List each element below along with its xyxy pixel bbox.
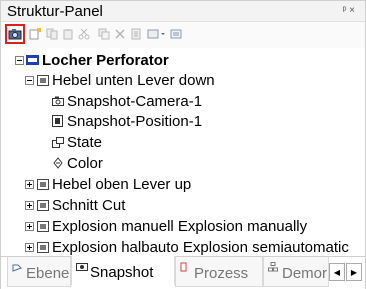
tree-item-label: Snapshot-Camera-1: [67, 92, 203, 110]
tree-root-row[interactable]: Locher Perforator: [15, 49, 169, 71]
tree-item-schnitt[interactable]: Schnitt Cut: [25, 194, 125, 216]
camera-snapshot-button[interactable]: [5, 24, 25, 44]
tab-scroll-right-button[interactable]: ▶: [346, 263, 362, 281]
panel-title: Struktur-Panel: [7, 3, 103, 20]
new-item-button[interactable]: [28, 27, 42, 41]
tab-prozess[interactable]: Prozess: [175, 257, 263, 287]
chevron-right-icon: ▶: [350, 267, 358, 277]
view-options-icon: [147, 29, 165, 39]
tab-label: Snapshot: [90, 264, 154, 281]
paste-button[interactable]: [61, 27, 75, 41]
snapshot-icon: [76, 258, 88, 275]
tree-root-label: Locher Perforator: [42, 51, 169, 69]
chevron-left-icon: ◀: [333, 267, 341, 277]
tab-scroll-left-button[interactable]: ◀: [329, 263, 345, 281]
camera-snapshot-icon: [8, 29, 22, 40]
snapshot-folder-icon: [36, 199, 49, 212]
tree-item-snapshot-camera[interactable]: Snapshot-Camera-1: [51, 90, 202, 112]
tree-item-label: Explosion manuell Explosion manually: [52, 217, 308, 235]
duplicate-button[interactable]: [97, 27, 111, 41]
collapse-icon[interactable]: [15, 55, 24, 65]
duplicate-icon: [98, 28, 110, 40]
tree-item-label: Snapshot-Position-1: [67, 112, 203, 130]
tree-item-label: Explosion halbauto Explosion semiautomat…: [52, 238, 349, 256]
snapshot-folder-icon: [36, 241, 49, 254]
expand-icon[interactable]: [25, 221, 34, 231]
delete-icon: [115, 29, 125, 39]
tree-item-label: Hebel oben Lever up: [52, 175, 192, 193]
layer-icon: [12, 259, 22, 276]
delete-button[interactable]: [113, 27, 127, 41]
tree-item-label: Hebel unten Lever down: [52, 71, 215, 89]
tab-label: Demor: [282, 265, 328, 282]
camera-icon: [51, 95, 64, 108]
copy-icon: [46, 28, 58, 40]
tab-snapshot[interactable]: Snapshot: [71, 256, 175, 286]
paste-icon: [63, 29, 73, 40]
tab-demo[interactable]: Demor: [263, 257, 329, 287]
panel-titlebar: Struktur-Panel ᵖ ×: [1, 1, 365, 22]
tree-item-explosion-halbauto[interactable]: Explosion halbauto Explosion semiautomat…: [25, 236, 349, 258]
tab-ebene[interactable]: Ebene: [7, 257, 71, 287]
process-icon: [180, 259, 190, 276]
cut-icon: [78, 28, 90, 40]
tree-item-label: Schnitt Cut: [52, 196, 126, 214]
list-icon: [170, 29, 182, 39]
tree-item-label: Color: [67, 154, 103, 172]
properties-icon: [131, 28, 141, 40]
tree-item-state[interactable]: State: [51, 131, 102, 153]
properties-button[interactable]: [129, 27, 143, 41]
position-icon: [51, 115, 64, 128]
list-button[interactable]: [169, 27, 183, 41]
tab-label: Prozess: [194, 265, 249, 282]
view-options-button[interactable]: [147, 27, 167, 41]
tree-item-hebel-oben[interactable]: Hebel oben Lever up: [25, 173, 191, 195]
structure-panel: Struktur-Panel ᵖ × Locher Perforator Heb…: [0, 0, 366, 289]
toolbar: [1, 22, 365, 48]
tree-item-label: State: [67, 133, 103, 151]
expand-icon[interactable]: [25, 242, 34, 252]
demo-icon: [268, 259, 278, 276]
collapse-icon[interactable]: [25, 75, 34, 85]
new-item-icon: [29, 28, 41, 40]
expand-icon[interactable]: [25, 200, 34, 210]
snapshot-folder-icon: [36, 178, 49, 191]
copy-button[interactable]: [45, 27, 59, 41]
cut-button[interactable]: [77, 27, 91, 41]
snapshot-folder-icon: [36, 74, 49, 87]
state-icon: [51, 136, 64, 149]
tree-item-explosion-manuell[interactable]: Explosion manuell Explosion manually: [25, 215, 307, 237]
snapshot-folder-icon: [36, 220, 49, 233]
color-icon: [51, 157, 64, 170]
model-icon: [26, 54, 39, 67]
tab-bar: Ebene Snapshot Prozess Demor ◀ ▶: [1, 256, 365, 289]
tab-label: Ebene: [26, 265, 70, 282]
pin-icon[interactable]: ᵖ ×: [343, 5, 355, 16]
expand-icon[interactable]: [25, 179, 34, 189]
tree-item-hebel-unten[interactable]: Hebel unten Lever down: [25, 69, 215, 91]
tree-item-snapshot-position[interactable]: Snapshot-Position-1: [51, 110, 202, 132]
tree-item-color[interactable]: Color: [51, 152, 103, 174]
